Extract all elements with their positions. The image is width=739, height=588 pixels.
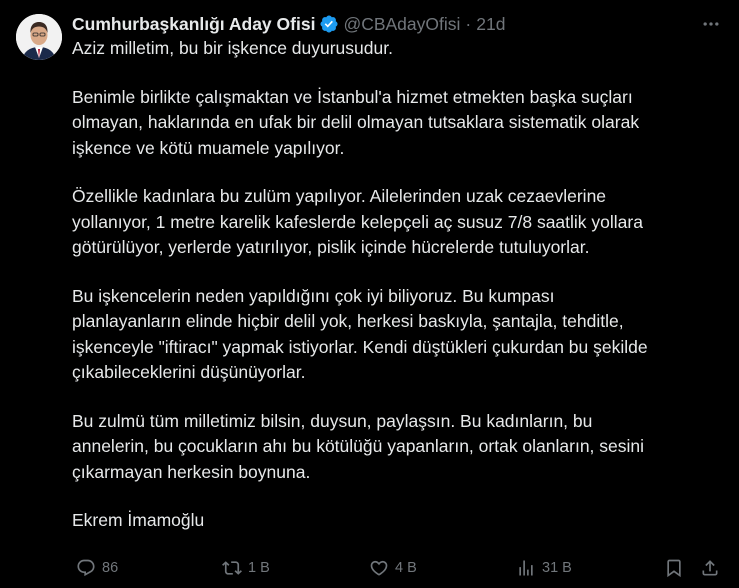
text-line: Ekrem İmamoğlu — [72, 510, 205, 530]
paragraph-signature: Ekrem İmamoğlu — [72, 508, 712, 534]
repost-icon — [222, 561, 242, 575]
heart-icon — [370, 560, 388, 576]
repost-button[interactable]: 1 B — [222, 554, 270, 582]
bookmark-icon — [667, 559, 681, 578]
share-icon — [702, 560, 718, 576]
text-line: çıkabileceklerini düşünüyorlar. — [72, 362, 306, 382]
reply-count: 86 — [102, 560, 119, 576]
text-line: götürülüyor, yerlerde yatırılıyor, pisli… — [72, 237, 590, 257]
repost-count: 1 B — [248, 560, 270, 576]
views-count: 31 B — [542, 560, 572, 576]
timestamp[interactable]: 21d — [476, 14, 505, 35]
more-icon[interactable] — [699, 12, 723, 36]
reply-icon — [77, 559, 95, 577]
text-line: yollanıyor, 1 metre karelik kafeslerde k… — [72, 211, 643, 232]
text-line: işkence ve kötü muamele yapılıyor. — [72, 137, 345, 158]
paragraph: Bu işkencelerin neden yapıldığını çok iy… — [72, 284, 712, 386]
text-line: olmayan, haklarında en ufak bir delil ol… — [72, 112, 640, 132]
views-icon — [519, 560, 533, 576]
like-count: 4 B — [395, 560, 417, 576]
verified-badge-icon[interactable] — [319, 14, 339, 34]
paragraph: Benimle birlikte çalışmaktan ve İstanbul… — [72, 85, 712, 162]
separator-dot: · — [465, 13, 472, 34]
tweet-text: Aziz milletim, bu bir işkence duyurusudu… — [72, 36, 712, 534]
tweet-header: Cumhurbaşkanlığı Aday Ofisi @CBAdayOfisi… — [72, 12, 723, 36]
text-line: çıkarmayan herkesin boynuna. — [72, 461, 311, 482]
text-line: Bu işkencelerin neden yapıldığını çok iy… — [72, 285, 555, 306]
paragraph: Bu zulmü tüm milletimiz bilsin, duysun, … — [72, 409, 712, 486]
reply-button[interactable]: 86 — [76, 554, 118, 582]
avatar-column — [16, 12, 72, 588]
avatar[interactable] — [16, 14, 62, 60]
display-name[interactable]: Cumhurbaşkanlığı Aday Ofisi — [72, 14, 315, 35]
text-line: işkenceyle "iftiracı" yapmak istiyorlar.… — [72, 336, 648, 357]
text-line: planlayanların elinde hiçbir delil yok, … — [72, 311, 624, 331]
paragraph: Aziz milletim, bu bir işkence duyurusudu… — [72, 36, 712, 62]
paragraph: Özellikle kadınlara bu zulüm yapılıyor. … — [72, 184, 712, 261]
views-button[interactable]: 31 B — [516, 554, 572, 582]
text-line: annelerin, bu çocukların ahı bu kötülüğü… — [72, 436, 645, 456]
action-bar: 86 1 B 4 B 31 B — [0, 554, 739, 582]
tweet[interactable]: Cumhurbaşkanlığı Aday Ofisi @CBAdayOfisi… — [0, 0, 739, 588]
share-button[interactable] — [700, 554, 726, 582]
text-line: Özellikle kadınlara bu zulüm yapılıyor. … — [72, 186, 607, 206]
text-line: Benimle birlikte çalışmaktan ve İstanbul… — [72, 86, 633, 107]
tweet-content: Cumhurbaşkanlığı Aday Ofisi @CBAdayOfisi… — [72, 12, 723, 588]
bookmark-button[interactable] — [664, 554, 690, 582]
text-line: Bu zulmü tüm milletimiz bilsin, duysun, … — [72, 410, 593, 431]
text-line: Aziz milletim, bu bir işkence duyurusudu… — [72, 38, 393, 58]
like-button[interactable]: 4 B — [369, 554, 417, 582]
handle[interactable]: @CBAdayOfisi — [343, 14, 460, 35]
